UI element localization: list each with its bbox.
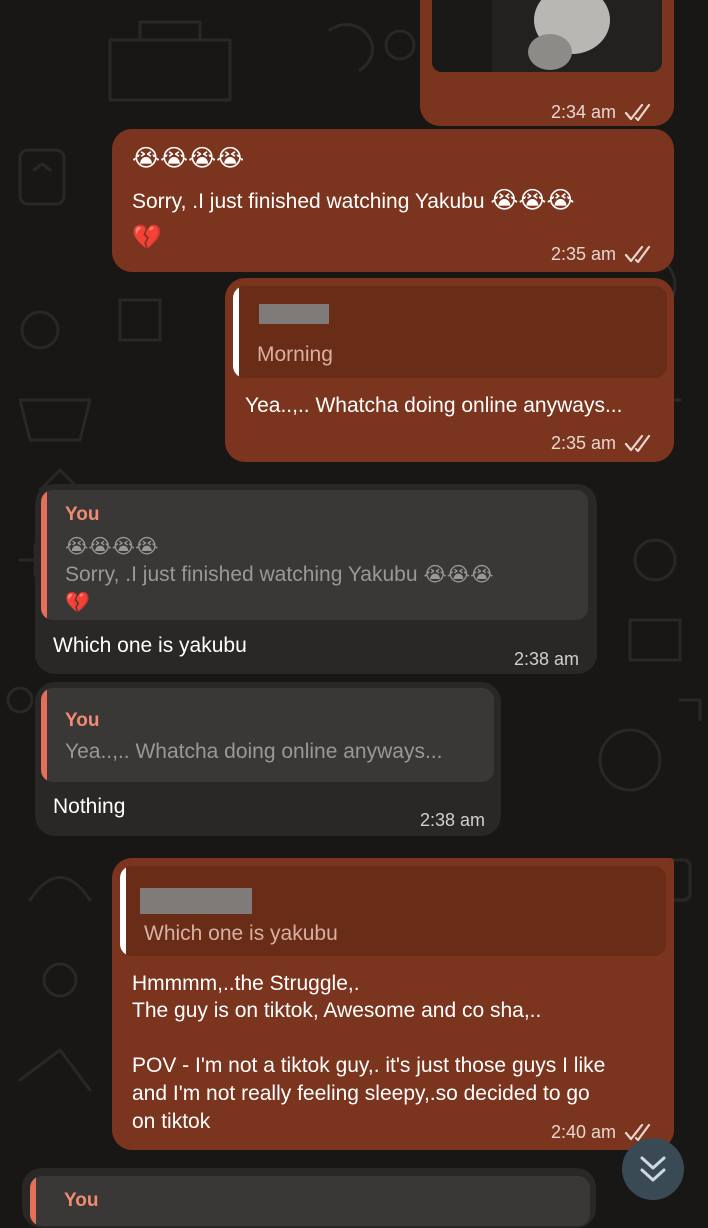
reply-emoji-line: 😭😭😭😭 <box>65 532 158 561</box>
crying-emoji: 😭😭😭😭 <box>132 144 245 172</box>
message-time: 2:34 am <box>550 102 616 122</box>
message-text-body: Sorry, .I just finished watching Yakubu <box>132 190 491 213</box>
photo-content <box>432 0 662 72</box>
reply-sender-name: You <box>64 1190 99 1211</box>
double-check-icon <box>624 245 651 264</box>
reply-emoji-line: 💔 <box>65 588 90 617</box>
quoted-reply[interactable]: M h Morning <box>233 286 667 378</box>
outgoing-reply-message[interactable]: Which one is yakubu Hmmmm,..the Struggle… <box>112 858 674 1150</box>
incoming-reply-message[interactable]: You Yea..,.. Whatcha doing online anyway… <box>35 682 501 836</box>
scroll-to-bottom-button[interactable] <box>622 1138 684 1200</box>
double-chevron-down-icon <box>640 1156 666 1182</box>
reply-accent-bar <box>41 688 47 782</box>
message-time: 2:35 am <box>550 244 616 264</box>
reply-text: Sorry, .I just finished watching Yakubu … <box>65 560 493 589</box>
message-text: Sorry, .I just finished watching Yakubu … <box>132 186 575 216</box>
message-time: 2:38 am <box>513 649 579 669</box>
reply-sender-name: You <box>65 710 100 731</box>
message-time: 2:40 am <box>550 1122 616 1142</box>
message-emoji-line: 😭😭😭😭 <box>132 144 244 174</box>
quoted-reply[interactable]: Which one is yakubu <box>120 866 666 956</box>
message-line: and I'm not really feeling sleepy,.so de… <box>132 1082 590 1105</box>
broken-heart-emoji: 💔 <box>65 590 90 614</box>
reply-accent-bar <box>41 490 47 620</box>
reply-text: Which one is yakubu <box>144 922 338 945</box>
reply-accent-bar <box>233 286 239 378</box>
quoted-reply[interactable]: You <box>30 1176 590 1226</box>
message-emoji-line: 💔 <box>132 223 162 253</box>
incoming-reply-message[interactable]: You 😭😭😭😭 Sorry, .I just finished watchin… <box>35 484 597 674</box>
message-text: Which one is yakubu <box>53 634 247 657</box>
message-line: The guy is on tiktok, Awesome and co sha… <box>132 999 542 1022</box>
message-line: POV - I'm not a tiktok guy,. it's just t… <box>132 1054 606 1077</box>
reply-text-body: Sorry, .I just finished watching Yakubu <box>65 563 424 586</box>
crying-emoji: 😭😭😭 <box>423 562 494 586</box>
outgoing-photo-message[interactable]: 2:34 am <box>420 0 674 126</box>
photo-thumbnail[interactable] <box>432 0 662 72</box>
redacted-name <box>259 304 329 324</box>
reply-text: Yea..,.. Whatcha doing online anyways... <box>65 740 443 763</box>
redacted-name <box>140 888 252 914</box>
crying-emoji: 😭😭😭😭 <box>65 534 159 558</box>
message-line: on tiktok <box>132 1110 211 1133</box>
reply-accent-bar <box>120 866 126 956</box>
double-check-icon <box>624 103 651 122</box>
message-text: Yea..,.. Whatcha doing online anyways... <box>245 394 623 417</box>
reply-accent-bar <box>30 1176 36 1226</box>
message-text: Nothing <box>53 795 126 818</box>
message-time: 2:38 am <box>419 810 485 830</box>
double-check-icon <box>624 434 651 453</box>
incoming-reply-message[interactable]: You <box>22 1168 596 1228</box>
reply-sender-name: You <box>65 504 100 525</box>
reply-text: Morning <box>257 343 333 366</box>
crying-emoji: 😭😭😭 <box>490 186 575 214</box>
quoted-reply[interactable]: You Yea..,.. Whatcha doing online anyway… <box>41 688 494 782</box>
quoted-reply[interactable]: You 😭😭😭😭 Sorry, .I just finished watchin… <box>41 490 588 620</box>
message-line: Hmmmm,..the Struggle,. <box>132 972 360 995</box>
outgoing-message[interactable]: 😭😭😭😭 Sorry, .I just finished watching Ya… <box>112 129 674 272</box>
broken-heart-emoji: 💔 <box>132 223 162 251</box>
message-time: 2:35 am <box>550 433 616 453</box>
outgoing-reply-message[interactable]: M h Morning Yea..,.. Whatcha doing onlin… <box>225 278 674 462</box>
